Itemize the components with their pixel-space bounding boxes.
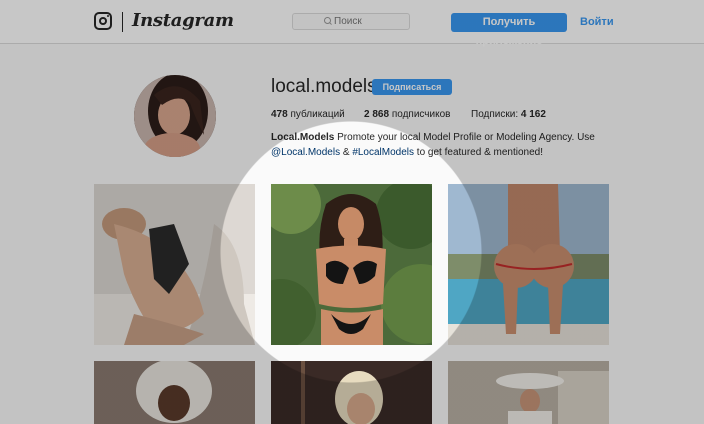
get-app-button[interactable]: Получить приложение bbox=[451, 13, 567, 47]
search-input[interactable] bbox=[334, 16, 378, 27]
bio-hashtag-link[interactable]: #LocalModels bbox=[352, 147, 414, 158]
profile-username: local.models bbox=[271, 76, 377, 97]
bio-text-1: Promote your local Model Profile or Mode… bbox=[334, 132, 595, 143]
post-5[interactable] bbox=[271, 361, 432, 424]
post-2[interactable] bbox=[271, 184, 432, 345]
follow-button[interactable]: Подписаться bbox=[372, 79, 452, 95]
bio-amp: & bbox=[340, 147, 353, 158]
followers-count[interactable]: 2 868 подписчиков bbox=[364, 109, 450, 120]
login-link[interactable]: Войти bbox=[580, 16, 614, 28]
logo-divider bbox=[122, 12, 123, 32]
search-box[interactable] bbox=[292, 13, 410, 30]
post-6[interactable] bbox=[448, 361, 609, 424]
following-count-value: 4 162 bbox=[520, 109, 546, 120]
posts-count: 478 публикаций bbox=[271, 109, 345, 120]
post-4[interactable] bbox=[94, 361, 255, 424]
followers-count-value: 2 868 bbox=[364, 109, 390, 120]
bio-mention-link[interactable]: @Local.Models bbox=[271, 147, 340, 158]
instagram-wordmark[interactable]: Instagram bbox=[132, 10, 234, 31]
post-1[interactable] bbox=[94, 184, 255, 345]
bio-text-2: to get featured & mentioned! bbox=[414, 147, 544, 158]
bio-name: Local.Models bbox=[271, 132, 335, 143]
instagram-camera-icon[interactable] bbox=[94, 12, 112, 30]
profile-avatar[interactable] bbox=[134, 75, 216, 157]
posts-count-label: публикаций bbox=[290, 109, 345, 120]
profile-bio: Local.Models Promote your local Model Pr… bbox=[271, 130, 601, 160]
following-count[interactable]: Подписки: 4 162 bbox=[471, 109, 546, 120]
post-3[interactable] bbox=[448, 184, 609, 345]
followers-count-label: подписчиков bbox=[391, 109, 451, 120]
posts-count-value: 478 bbox=[271, 109, 288, 120]
top-nav-bar: Instagram Получить приложение Войти bbox=[0, 0, 704, 47]
following-count-label: Подписки: bbox=[471, 109, 519, 120]
search-icon bbox=[324, 17, 331, 24]
